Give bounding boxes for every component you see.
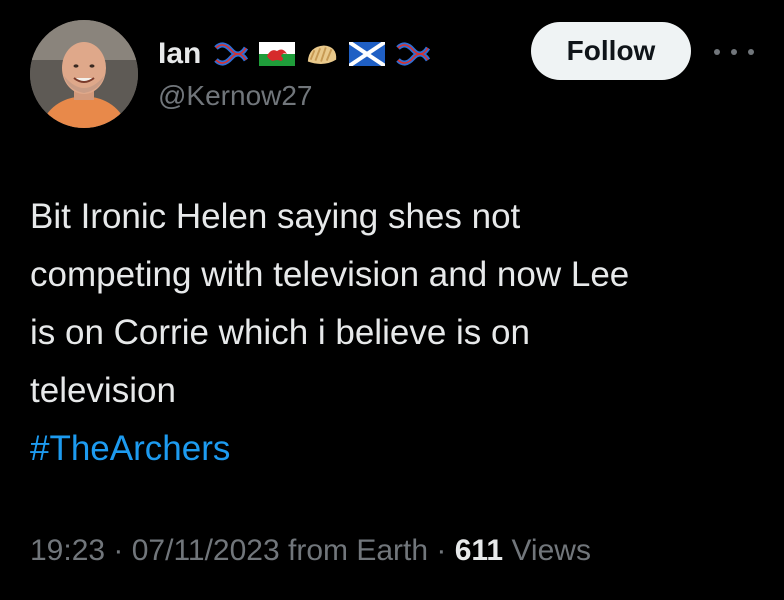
tweet-meta: 19:23 · 07/11/2023 from Earth · 611 View…	[30, 534, 591, 568]
tweet-text-line: competing with television and now Lee	[30, 255, 630, 294]
scotland-flag-icon	[349, 42, 386, 66]
meta-separator: ·	[105, 534, 132, 567]
tweet-date[interactable]: 07/11/2023	[132, 534, 280, 567]
views-count[interactable]: 611	[455, 534, 503, 567]
more-dot	[748, 49, 754, 55]
more-options-icon[interactable]	[714, 42, 754, 62]
more-dot	[731, 49, 737, 55]
meta-separator: ·	[428, 534, 455, 567]
follow-button[interactable]: Follow	[531, 22, 691, 80]
author-name-row: Ian	[158, 32, 441, 76]
author-handle[interactable]: @Kernow27	[158, 80, 313, 112]
avatar-image	[30, 20, 138, 128]
avatar[interactable]	[30, 20, 138, 128]
tweet-card: Ian @Kernow27 Follow Bit Ironic Helen sa…	[0, 0, 784, 600]
cornish-pasty-icon	[308, 45, 337, 64]
tweet-text-line: is on Corrie which i believe is on	[30, 313, 530, 352]
hashtag-link[interactable]: #TheArchers	[30, 420, 760, 478]
tweet-text-line: Bit Ironic Helen saying shes not	[30, 197, 521, 236]
wales-flag-icon	[259, 42, 296, 66]
views-label: Views	[503, 534, 591, 567]
more-dot	[714, 49, 720, 55]
tweet-text-line: television	[30, 371, 176, 410]
tweet-source: from Earth	[279, 534, 429, 567]
cornish-tartan-ribbon-icon	[396, 42, 431, 66]
author-display-name[interactable]: Ian	[158, 37, 201, 71]
tweet-text: Bit Ironic Helen saying shes not competi…	[30, 188, 760, 478]
tweet-time[interactable]: 19:23	[30, 534, 105, 567]
cornish-tartan-ribbon-icon	[214, 42, 249, 66]
